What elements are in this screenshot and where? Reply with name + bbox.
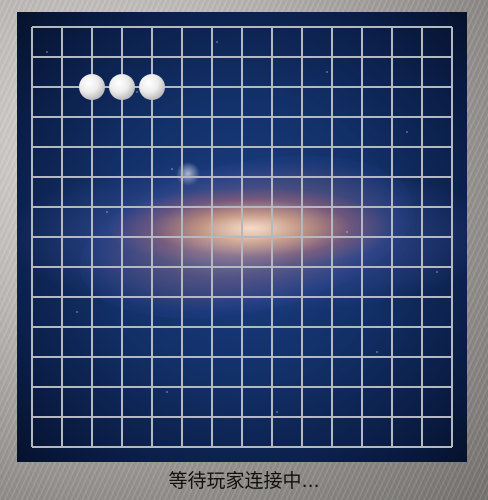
board-grid[interactable] bbox=[17, 12, 467, 462]
white-stone bbox=[79, 74, 105, 100]
white-stone bbox=[139, 74, 165, 100]
connection-status-text: 等待玩家连接中... bbox=[168, 470, 320, 492]
gomoku-board[interactable] bbox=[17, 12, 467, 462]
stones-layer bbox=[79, 74, 165, 100]
white-stone bbox=[109, 74, 135, 100]
